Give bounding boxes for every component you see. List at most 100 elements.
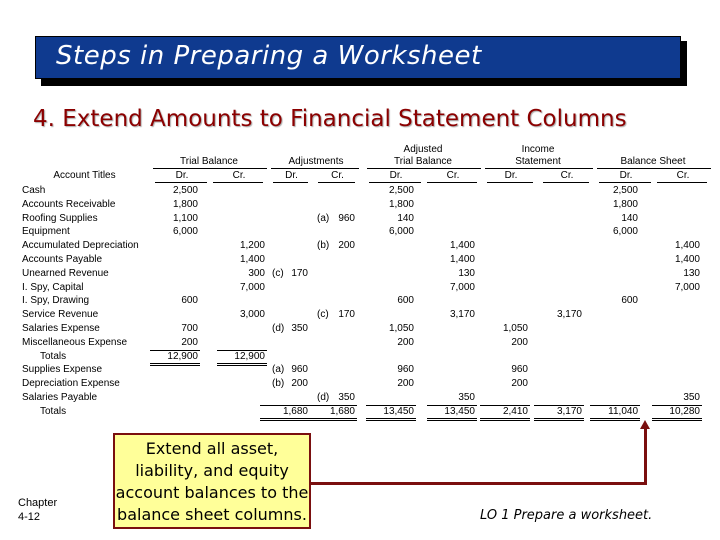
rule	[217, 349, 267, 351]
account-title: Salaries Payable	[22, 392, 98, 403]
header-trial-balance: Trial Balance	[180, 156, 238, 167]
rule	[307, 404, 357, 406]
account-title: Totals	[40, 405, 67, 417]
amount-atb-cr: 13,450	[444, 405, 475, 417]
account-title: Unearned Revenue	[22, 267, 109, 279]
account-title: I. Spy, Drawing	[22, 295, 90, 307]
rule	[599, 182, 651, 183]
title-bar: Steps in Preparing a Worksheet	[35, 36, 681, 79]
amount-is-dr: 1,050	[502, 323, 528, 334]
amount-tb-cr: 7,000	[239, 281, 265, 293]
rule	[534, 404, 584, 406]
amount-tb-cr: 1,200	[239, 240, 265, 252]
callout-box: Extend all asset, liability, and equity …	[113, 433, 311, 529]
account-title: Salaries Expense	[22, 323, 100, 334]
rule	[485, 168, 593, 169]
rule	[543, 182, 589, 183]
rule	[260, 404, 310, 406]
rule	[597, 168, 711, 169]
adjustment-reference: (c)	[272, 267, 284, 279]
chapter-label: Chapter 4-12	[18, 496, 57, 524]
double-rule	[427, 417, 477, 421]
amount-atb-cr: 130	[458, 267, 475, 279]
amount-bs-dr: 2,500	[612, 185, 638, 196]
rule	[652, 404, 702, 406]
header-adjusted-line2: Trial Balance	[394, 156, 452, 167]
rule	[657, 182, 707, 183]
arrow-up-icon	[640, 420, 650, 429]
amount-bs-cr: 10,280	[669, 405, 700, 417]
header-cr: Cr.	[331, 170, 344, 181]
rule	[318, 182, 355, 183]
account-title: Accounts Payable	[22, 254, 103, 265]
account-title: Miscellaneous Expense	[22, 336, 128, 348]
account-title: Cash	[22, 185, 46, 196]
double-rule	[150, 362, 200, 366]
header-dr: Dr.	[619, 170, 633, 181]
amount-is-cr: 3,170	[556, 309, 582, 321]
rule	[367, 168, 481, 169]
amount-tb-cr: 1,400	[239, 254, 265, 265]
amount-atb-cr: 3,170	[449, 309, 475, 321]
amount-atb-dr: 200	[397, 378, 414, 390]
chapter-number: 4-12	[18, 511, 41, 523]
amount-bs-dr: 140	[621, 212, 638, 224]
amount-atb-dr: 960	[397, 364, 414, 376]
amount-atb-dr: 200	[397, 336, 414, 348]
amount-tb-dr: 700	[181, 323, 198, 334]
amount-is-dr: 2,410	[502, 405, 528, 417]
amount-atb-cr: 1,400	[449, 254, 475, 265]
adjustment-reference: (a)	[317, 212, 330, 224]
double-rule	[534, 417, 584, 421]
rule	[590, 404, 640, 406]
header-dr: Dr.	[175, 170, 189, 181]
amount-tb-dr: 2,500	[172, 185, 198, 196]
amount-bs-cr: 7,000	[674, 281, 700, 293]
account-title: Service Revenue	[22, 309, 99, 321]
double-rule	[590, 417, 640, 421]
double-rule	[652, 417, 702, 421]
account-title: Accumulated Depreciation	[22, 240, 139, 252]
adjustment-reference: (d)	[272, 323, 285, 334]
learning-objective: LO 1 Prepare a worksheet.	[480, 508, 653, 523]
amount-atb-dr: 140	[397, 212, 414, 224]
amount-adj-cr: 1,680	[329, 405, 355, 417]
amount-adj-cr: 170	[338, 309, 355, 321]
amount-atb-dr: 2,500	[388, 185, 414, 196]
amount-bs-dr: 11,040	[608, 405, 638, 417]
amount-bs-cr: 350	[683, 392, 700, 403]
rule	[273, 182, 308, 183]
adjustment-reference: (a)	[272, 364, 285, 376]
amount-tb-dr: 1,800	[172, 198, 198, 210]
adjustment-reference: (c)	[317, 309, 329, 321]
rule	[271, 168, 359, 169]
amount-atb-dr: 1,800	[388, 198, 414, 210]
amount-tb-cr: 3,000	[239, 309, 265, 321]
slide-subtitle: 4. Extend Amounts to Financial Statement…	[33, 106, 627, 132]
header-cr: Cr.	[446, 170, 460, 181]
amount-bs-dr: 600	[621, 295, 638, 307]
amount-atb-dr: 6,000	[388, 226, 414, 238]
rule	[487, 182, 533, 183]
amount-tb-dr: 600	[181, 295, 198, 307]
amount-is-cr: 3,170	[556, 405, 582, 417]
header-balance-sheet: Balance Sheet	[620, 156, 686, 167]
amount-is-dr: 200	[511, 378, 528, 390]
header-adjustments: Adjustments	[288, 156, 344, 167]
callout-text: Extend all asset, liability, and equity …	[115, 439, 309, 524]
rule	[213, 182, 263, 183]
amount-bs-cr: 1,400	[674, 254, 700, 265]
callout-connector-vertical	[644, 428, 647, 485]
header-dr: Dr.	[389, 170, 403, 181]
amount-atb-cr: 350	[458, 392, 475, 403]
account-title: Accounts Receivable	[22, 198, 116, 210]
amount-bs-cr: 1,400	[674, 240, 700, 252]
header-dr: Dr.	[504, 170, 518, 181]
double-rule	[260, 417, 310, 421]
amount-tb-dr: 12,900	[167, 350, 198, 362]
double-rule	[366, 417, 416, 421]
amount-atb-cr: 1,400	[449, 240, 475, 252]
header-cr: Cr.	[232, 170, 246, 181]
amount-adj-cr: 960	[338, 212, 355, 224]
amount-bs-cr: 130	[683, 267, 700, 279]
